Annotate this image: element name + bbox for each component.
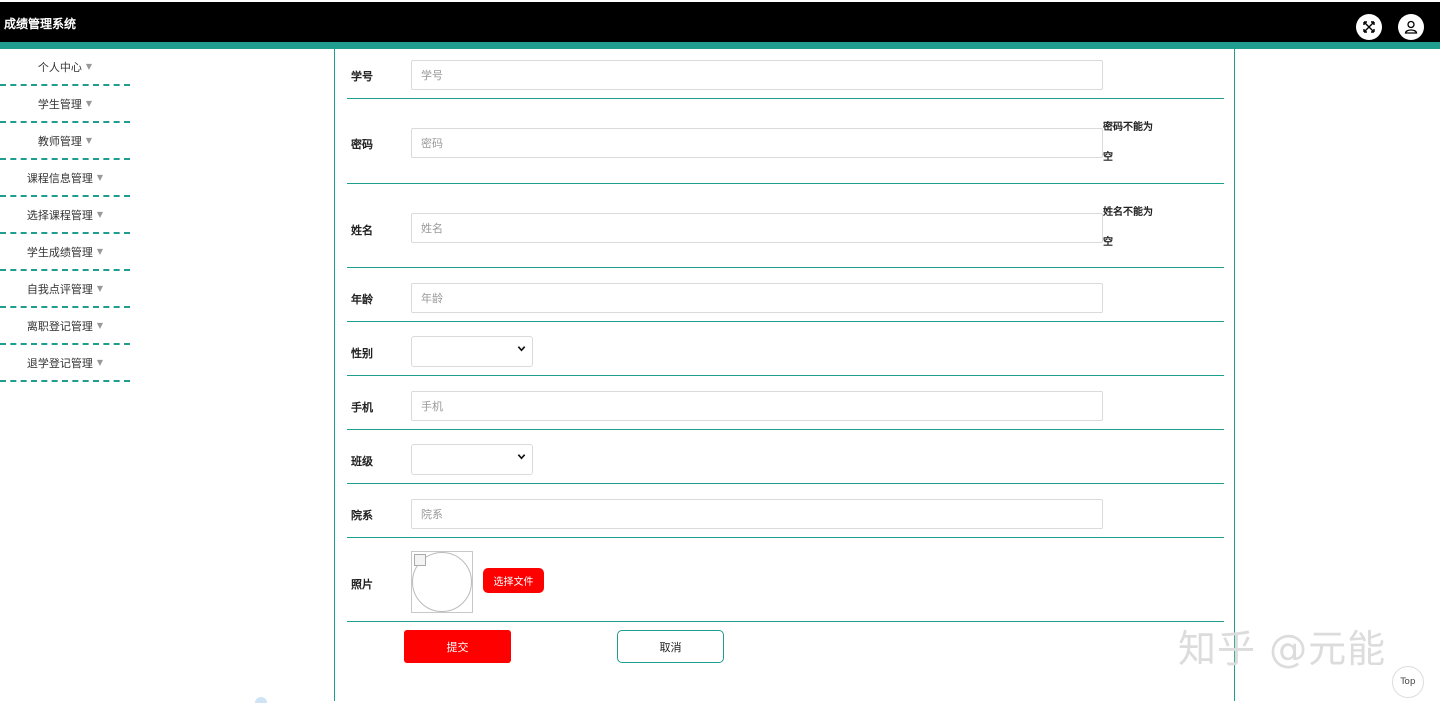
choose-file-button[interactable]: 选择文件	[483, 568, 544, 593]
chevron-down-icon	[517, 452, 526, 464]
header-accent-bar	[0, 42, 1440, 49]
class-label: 班级	[351, 455, 373, 468]
caret-down-icon: ▼	[96, 173, 104, 182]
watermark-text: 知乎 @元能	[1178, 627, 1387, 671]
sidebar-item-label: 个人中心	[37, 60, 82, 74]
app-title: 成绩管理系统	[4, 17, 77, 31]
sidebar-item-label: 教师管理	[37, 134, 82, 148]
password-input[interactable]	[411, 128, 1103, 158]
password-error-text: 密码不能为	[1103, 122, 1153, 133]
submit-button[interactable]: 提交	[404, 630, 511, 663]
name-error-text: 姓名不能为	[1103, 207, 1153, 218]
form-row-password: 密码 密码不能为 空	[347, 98, 1224, 184]
age-label: 年龄	[351, 293, 373, 306]
photo-label: 照片	[351, 578, 373, 591]
form-row-name: 姓名 姓名不能为 空	[347, 183, 1224, 268]
name-input[interactable]	[411, 213, 1103, 243]
broken-image-icon	[414, 554, 426, 566]
sidebar-item-label: 选择课程管理	[26, 208, 93, 222]
caret-down-icon: ▼	[96, 358, 104, 367]
department-input[interactable]	[411, 499, 1103, 529]
student-id-input[interactable]	[411, 60, 1103, 90]
password-error-text-cont: 空	[1103, 152, 1113, 163]
name-error-text-cont: 空	[1103, 237, 1113, 248]
photo-preview	[411, 551, 473, 613]
sidebar-item-label: 学生成绩管理	[26, 245, 93, 259]
password-label: 密码	[351, 138, 373, 151]
sidebar-item-label: 离职登记管理	[26, 319, 93, 333]
sidebar-item-personal-center[interactable]: 个人中心 ▼	[0, 49, 130, 86]
caret-down-icon: ▼	[85, 136, 93, 145]
sidebar-item-resignation-management[interactable]: 离职登记管理 ▼	[0, 308, 130, 345]
chevron-down-icon	[517, 344, 526, 356]
fullscreen-icon[interactable]	[1356, 14, 1382, 40]
form-row-class: 班级	[347, 429, 1224, 484]
sidebar-item-self-review-management[interactable]: 自我点评管理 ▼	[0, 271, 130, 308]
form-row-gender: 性别	[347, 321, 1224, 376]
student-id-label: 学号	[351, 70, 373, 83]
sidebar-item-course-info-management[interactable]: 课程信息管理 ▼	[0, 160, 130, 197]
class-select[interactable]	[411, 444, 533, 475]
floating-indicator	[255, 697, 267, 703]
sidebar-item-label: 自我点评管理	[26, 282, 93, 296]
sidebar-item-label: 退学登记管理	[26, 356, 93, 370]
back-to-top-button[interactable]: Top	[1392, 666, 1424, 698]
caret-down-icon: ▼	[96, 247, 104, 256]
sidebar-item-teacher-management[interactable]: 教师管理 ▼	[0, 123, 130, 160]
caret-down-icon: ▼	[96, 321, 104, 330]
caret-down-icon: ▼	[85, 62, 93, 71]
top-header: 成绩管理系统	[0, 0, 1440, 42]
form-row-age: 年龄	[347, 267, 1224, 322]
caret-down-icon: ▼	[85, 99, 93, 108]
gender-label: 性别	[351, 347, 373, 360]
caret-down-icon: ▼	[96, 210, 104, 219]
form-row-photo: 照片 选择文件	[347, 537, 1224, 622]
department-label: 院系	[351, 509, 373, 522]
form-row-department: 院系	[347, 483, 1224, 538]
phone-label: 手机	[351, 401, 373, 414]
form-row-student-id: 学号	[347, 49, 1224, 99]
sidebar-item-student-management[interactable]: 学生管理 ▼	[0, 86, 130, 123]
form-panel: 学号 密码 密码不能为 空 姓名 姓名不能为 空 年龄 性别 手机 班级	[334, 49, 1235, 701]
name-label: 姓名	[351, 224, 373, 237]
caret-down-icon: ▼	[96, 284, 104, 293]
user-icon[interactable]	[1398, 14, 1424, 40]
sidebar-item-course-selection-management[interactable]: 选择课程管理 ▼	[0, 197, 130, 234]
sidebar-item-grade-management[interactable]: 学生成绩管理 ▼	[0, 234, 130, 271]
sidebar-item-label: 课程信息管理	[26, 171, 93, 185]
sidebar-item-label: 学生管理	[37, 97, 82, 111]
cancel-button[interactable]: 取消	[617, 630, 724, 663]
gender-select[interactable]	[411, 336, 533, 367]
sidebar-menu: 个人中心 ▼ 学生管理 ▼ 教师管理 ▼ 课程信息管理 ▼ 选择课程管理 ▼ 学生成绩管理…	[0, 49, 130, 382]
sidebar-item-withdrawal-management[interactable]: 退学登记管理 ▼	[0, 345, 130, 382]
phone-input[interactable]	[411, 391, 1103, 421]
form-row-phone: 手机	[347, 375, 1224, 430]
age-input[interactable]	[411, 283, 1103, 313]
